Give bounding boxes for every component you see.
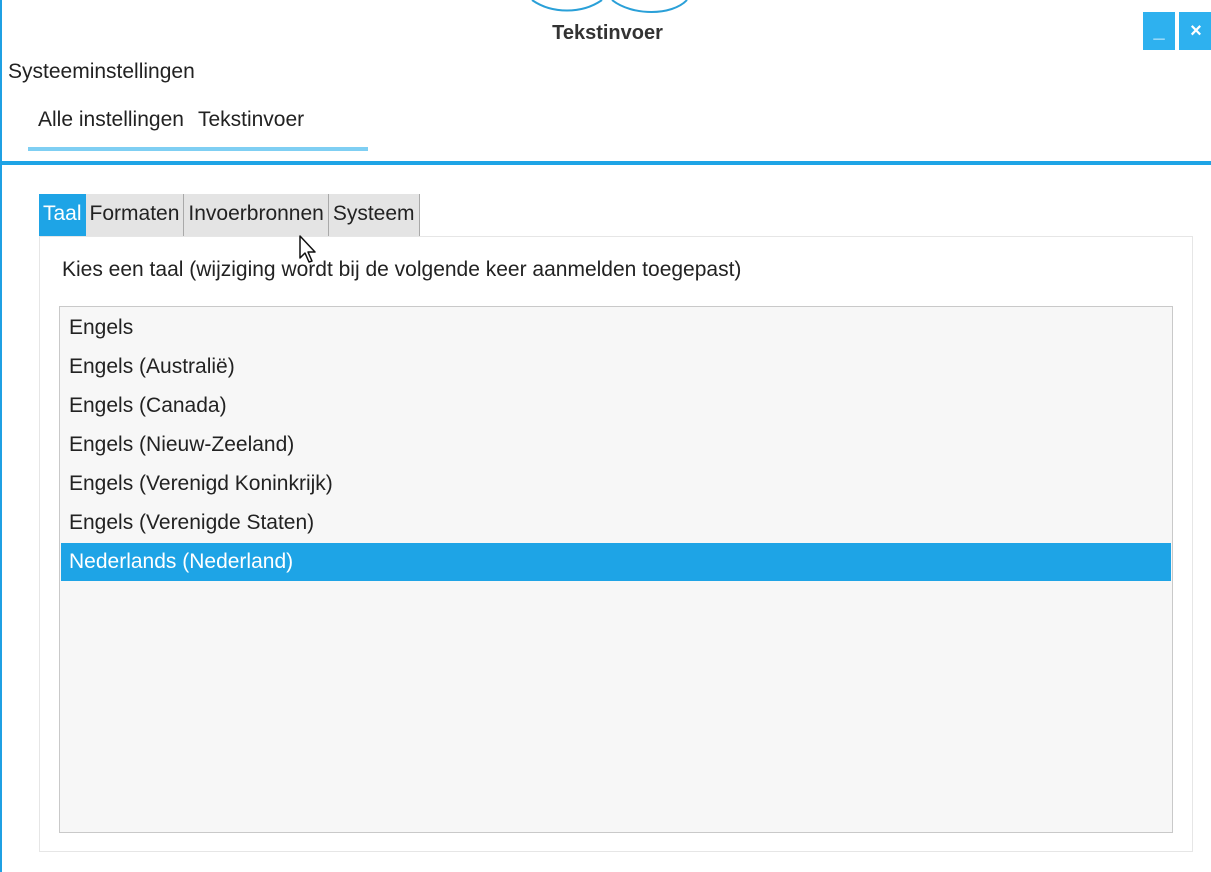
list-item-selected[interactable]: Nederlands (Nederland)	[61, 543, 1171, 581]
minimize-button[interactable]: _	[1143, 12, 1175, 50]
tab-systeem[interactable]: Systeem	[328, 194, 420, 236]
language-list[interactable]: Engels Engels (Australië) Engels (Canada…	[59, 306, 1173, 833]
breadcrumb-underline	[28, 147, 368, 151]
close-button[interactable]: ×	[1179, 12, 1211, 50]
tab-invoerbronnen[interactable]: Invoerbronnen	[184, 194, 329, 236]
breadcrumb-text-input[interactable]: Tekstinvoer	[198, 108, 304, 132]
list-item[interactable]: Engels (Australië)	[61, 348, 1171, 386]
breadcrumb: Alle instellingen Tekstinvoer	[28, 108, 368, 152]
window-title: Tekstinvoer	[552, 22, 663, 44]
app-name: Systeeminstellingen	[8, 60, 195, 83]
list-item[interactable]: Engels (Canada)	[61, 387, 1171, 425]
list-item[interactable]: Engels (Verenigde Staten)	[61, 504, 1171, 542]
breadcrumb-all-settings[interactable]: Alle instellingen	[38, 108, 184, 132]
list-item[interactable]: Engels (Verenigd Koninkrijk)	[61, 465, 1171, 503]
title-bar: Tekstinvoer	[2, 12, 1211, 56]
settings-window: Tekstinvoer _ × Systeeminstellingen Alle…	[0, 0, 1211, 872]
list-item[interactable]: Engels (Nieuw-Zeeland)	[61, 426, 1171, 464]
list-item[interactable]: Engels	[61, 309, 1171, 347]
header-divider	[2, 161, 1211, 165]
tab-formaten[interactable]: Formaten	[85, 194, 185, 236]
language-prompt: Kies een taal (wijziging wordt bij de vo…	[62, 258, 742, 281]
tab-bar: Taal Formaten Invoerbronnen Systeem	[39, 194, 420, 236]
tab-taal[interactable]: Taal	[39, 194, 86, 236]
mouse-pointer-icon	[299, 235, 316, 263]
